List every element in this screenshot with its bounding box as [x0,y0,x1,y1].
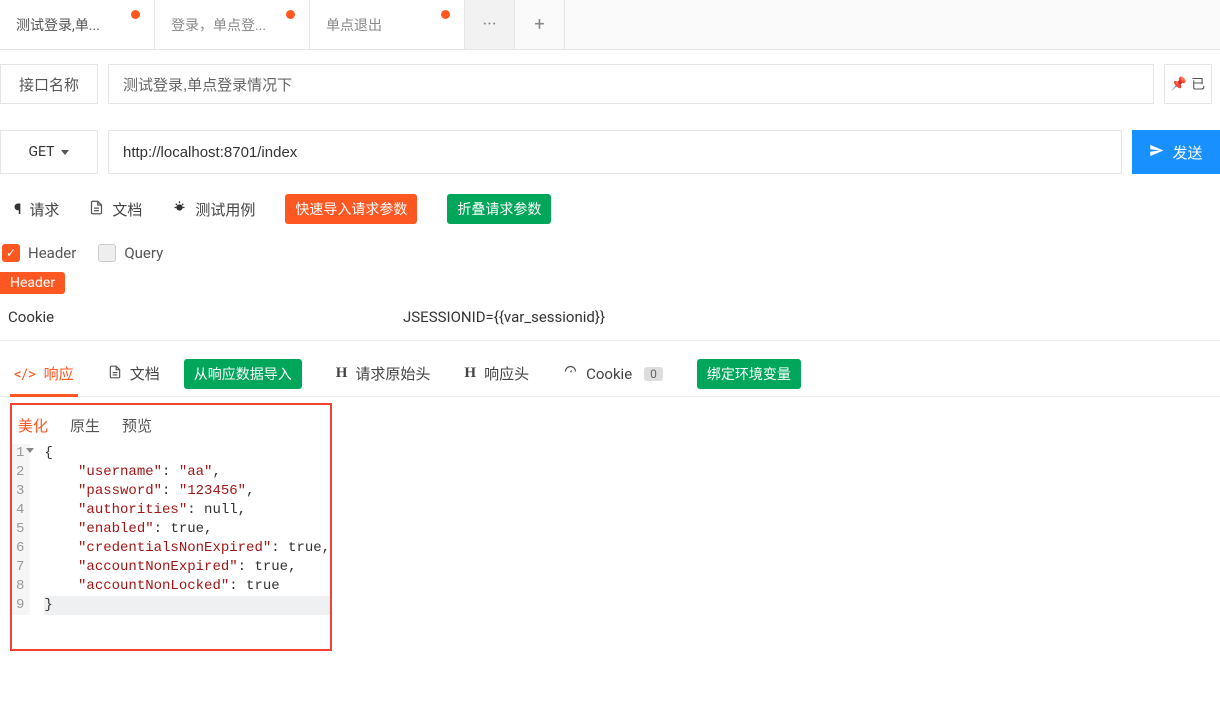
line-gutter: 1 2 3 4 5 6 7 8 9 [12,444,30,615]
letter-h-icon: H [336,365,348,382]
pin-label: 已 [1191,74,1205,94]
tab-doc[interactable]: 文档 [89,199,142,220]
file-icon [89,200,104,219]
doc-tab-2[interactable]: 单点退出 [310,0,465,49]
param-section-checks: ✓ Header Query [0,234,1220,272]
doc-tab-label: 测试登录,单... [16,15,100,35]
collapse-params-button[interactable]: 折叠请求参数 [447,194,551,224]
checkbox-checked-icon: ✓ [2,244,20,262]
resp-tab-raw-header[interactable]: H 请求原始头 [336,351,431,396]
url-input[interactable] [108,130,1122,174]
resp-tab-label: Cookie [586,365,632,383]
response-code-editor[interactable]: 1 2 3 4 5 6 7 8 9 { "username": "aa", "p… [12,444,330,615]
tab-add-button[interactable]: + [515,0,565,49]
view-tab-beautify[interactable]: 美化 [18,415,48,436]
checkbox-label: Query [124,244,163,262]
ellipsis-icon: ··· [482,14,496,35]
tab-label: 测试用例 [195,199,255,220]
header-key[interactable]: Cookie [8,308,403,326]
tab-label: 请求 [29,199,59,220]
pin-icon: 📌 [1171,77,1187,92]
chevron-down-icon [61,150,69,155]
cookie-count-badge: 0 [644,367,663,381]
resp-tab-cookie[interactable]: Cookie 0 [563,352,663,395]
bind-env-button[interactable]: 绑定环境变量 [697,359,801,389]
view-tab-raw[interactable]: 原生 [70,415,100,436]
paragraph-icon: ¶ [14,200,21,218]
code-content: { "username": "aa", "password": "123456"… [30,444,330,615]
header-table-row: Cookie JSESSIONID={{var_sessionid}} [0,294,1220,341]
quick-import-button[interactable]: 快速导入请求参数 [285,194,417,224]
request-action-row: ¶ 请求 文档 测试用例 快速导入请求参数 折叠请求参数 [0,180,1220,234]
response-view-tabs: 美化 原生 预览 [12,411,330,444]
resp-tab-label: 响应头 [484,363,529,384]
plus-icon: + [534,14,544,35]
url-row: GET 发送 [0,124,1220,180]
response-tabs: </> 响应 文档 从响应数据导入 H 请求原始头 H 响应头 Cookie 0… [0,351,1220,397]
resp-tab-resp-header[interactable]: H 响应头 [464,351,529,396]
resp-tab-label: 响应 [44,363,74,384]
bug-icon [172,200,187,219]
dirty-dot-icon [441,10,450,19]
header-value[interactable]: JSESSIONID={{var_sessionid}} [403,308,1212,326]
dirty-dot-icon [131,10,140,19]
dashboard-icon [563,364,578,383]
file-icon [108,365,122,383]
checkbox-label: Header [28,244,76,262]
send-label: 发送 [1172,142,1202,163]
response-body-panel: 美化 原生 预览 1 2 3 4 5 6 7 8 9 { "username":… [10,403,332,651]
resp-tab-label: 文档 [130,363,160,384]
tab-testcase[interactable]: 测试用例 [172,199,255,220]
name-label: 接口名称 [0,64,98,104]
checkbox-query[interactable]: Query [98,244,163,262]
code-icon: </> [14,365,36,383]
doc-tab-label: 登录，单点登... [171,15,266,35]
doc-tab-1[interactable]: 登录，单点登... [155,0,310,49]
document-tabs-bar: 测试登录,单... 登录，单点登... 单点退出 ··· + [0,0,1220,50]
http-method-select[interactable]: GET [0,130,98,174]
name-row: 接口名称 📌 已 [0,56,1220,112]
doc-tab-label: 单点退出 [326,15,382,35]
send-button[interactable]: 发送 [1132,130,1220,174]
view-tab-preview[interactable]: 预览 [122,415,152,436]
resp-tab-response[interactable]: </> 响应 [14,351,74,396]
checkbox-header[interactable]: ✓ Header [2,244,76,262]
resp-tab-doc[interactable]: 文档 [108,351,160,396]
dirty-dot-icon [286,10,295,19]
api-name-input[interactable] [108,64,1154,104]
tab-request[interactable]: ¶ 请求 [14,199,59,220]
checkbox-unchecked-icon [98,244,116,262]
method-value: GET [29,144,55,160]
fold-icon[interactable] [26,448,34,453]
paper-plane-icon [1149,143,1164,162]
tab-more-button[interactable]: ··· [465,0,515,49]
resp-tab-label: 请求原始头 [355,363,430,384]
pin-button[interactable]: 📌 已 [1164,64,1212,104]
tab-label: 文档 [112,199,142,220]
import-from-response-button[interactable]: 从响应数据导入 [184,359,302,389]
doc-tab-0[interactable]: 测试登录,单... [0,0,155,49]
letter-h-icon: H [464,365,476,382]
header-section-badge: Header [0,272,65,294]
